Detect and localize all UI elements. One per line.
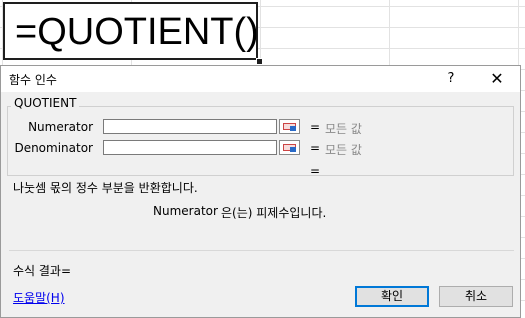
function-description: 나눗셈 몫의 정수 부분을 반환합니다. <box>13 181 198 195</box>
active-cell[interactable]: =QUOTIENT() <box>3 2 259 60</box>
dialog-title: 함수 인수 <box>9 73 57 87</box>
denominator-result: 모든 값 <box>325 143 362 157</box>
function-name-label: QUOTIENT <box>11 96 80 110</box>
numerator-result: 모든 값 <box>325 122 362 136</box>
argument-description-name: Numerator <box>153 204 218 218</box>
denominator-label: Denominator <box>14 141 93 155</box>
denominator-input[interactable] <box>103 140 277 155</box>
denominator-collapse-dialog-icon[interactable] <box>279 140 300 155</box>
function-arguments-dialog: 함수 인수 ? ✕ QUOTIENT Numerator = 모든 값 Deno… <box>0 65 521 318</box>
denominator-equals: = <box>310 141 321 155</box>
cancel-button[interactable]: 취소 <box>439 286 513 307</box>
function-result-equals: = <box>310 164 321 178</box>
cell-formula-text: =QUOTIENT() <box>15 11 259 53</box>
argument-description-text: 은(는) 피제수입니다. <box>221 206 327 220</box>
numerator-label: Numerator <box>28 120 93 134</box>
close-icon[interactable]: ✕ <box>483 68 511 90</box>
fill-handle[interactable] <box>256 58 263 65</box>
formula-result-label: 수식 결과= <box>13 264 72 278</box>
help-link[interactable]: 도움말(H) <box>13 289 65 306</box>
dialog-titlebar: 함수 인수 ? ✕ <box>1 66 520 92</box>
ok-button[interactable]: 확인 <box>355 286 429 307</box>
numerator-input[interactable] <box>103 119 277 134</box>
help-icon[interactable]: ? <box>437 68 465 90</box>
numerator-collapse-dialog-icon[interactable] <box>279 119 300 134</box>
numerator-equals: = <box>310 120 321 134</box>
divider <box>9 250 514 251</box>
